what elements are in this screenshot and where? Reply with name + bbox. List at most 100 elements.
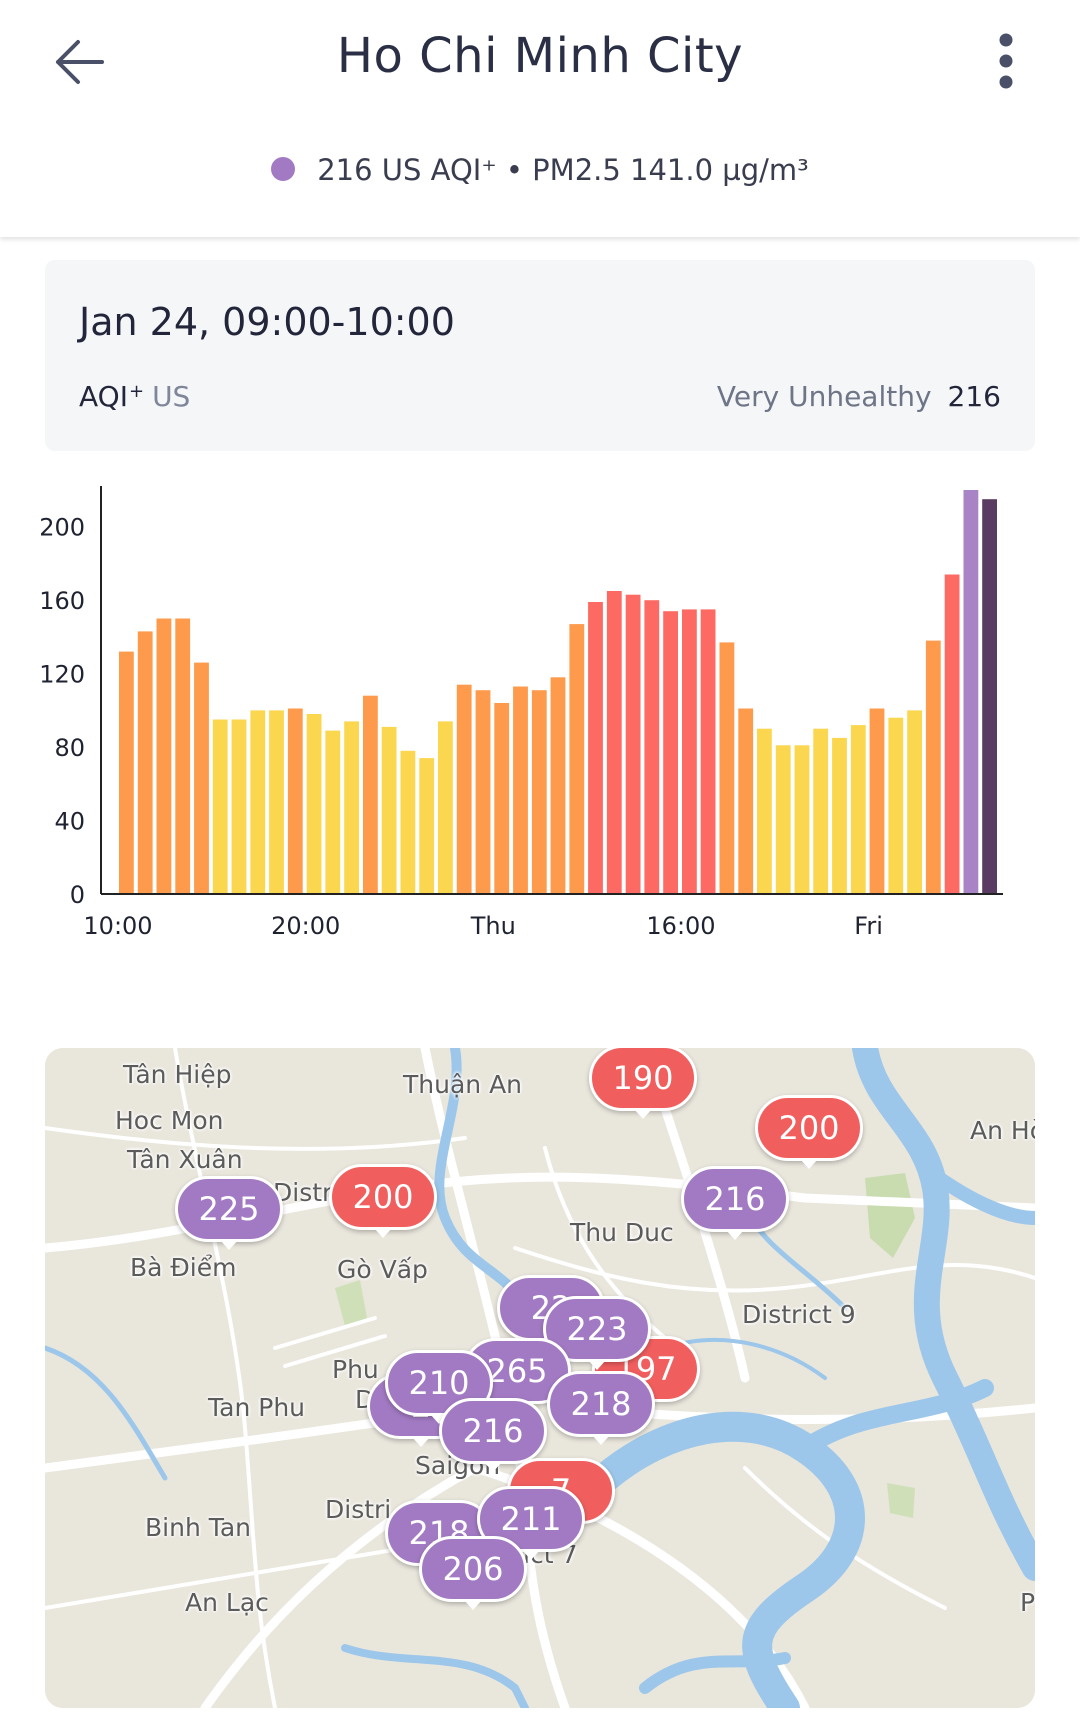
chart-bar[interactable] — [363, 695, 378, 894]
aqi-label: AQI+ US — [79, 380, 190, 413]
chart-bar[interactable] — [850, 725, 866, 894]
chart-bar[interactable] — [907, 710, 922, 894]
aqi-marker[interactable]: 206 — [419, 1536, 527, 1610]
chart-bar[interactable] — [757, 728, 772, 894]
bar-chart: 0 40 80 120 160 200 10:00 20:00 Thu 16:00 Fri — [39, 486, 1003, 940]
chart-bar[interactable] — [775, 745, 791, 894]
aqi-reading: Very Unhealthy 216 — [717, 380, 1001, 413]
chart-bar[interactable] — [813, 728, 829, 894]
app-bar: Ho Chi Minh City 216 US AQI⁺ • PM2.5 141… — [0, 0, 1080, 237]
chart-bar[interactable] — [832, 737, 847, 894]
aqi-summary-text: 216 US AQI⁺ • PM2.5 141.0 µg/m³ — [317, 153, 809, 187]
chart-bar[interactable] — [212, 719, 228, 895]
chart-bar[interactable] — [494, 703, 510, 894]
chart-bar[interactable] — [287, 708, 303, 895]
chart-bar[interactable] — [719, 642, 735, 894]
chart-bar[interactable] — [963, 490, 979, 894]
y-tick-label: 80 — [54, 734, 85, 762]
chart-bar[interactable] — [738, 708, 754, 895]
map-label: Hoc Mon — [115, 1106, 224, 1135]
chart-bar[interactable] — [644, 600, 660, 894]
chart-bar[interactable] — [663, 611, 678, 894]
aqi-marker[interactable]: 200 — [329, 1164, 437, 1238]
aqi-map[interactable]: Tân Hiệp Thuận An Hoc Mon Tân Xuân An Hò… — [45, 1048, 1035, 1708]
chart-bar[interactable] — [344, 721, 359, 894]
aqi-status-dot — [271, 157, 296, 181]
map-label: Bà Điểm — [130, 1253, 237, 1282]
map-label: An Lạc — [185, 1588, 269, 1617]
aqi-summary: 216 US AQI⁺ • PM2.5 141.0 µg/m³ — [0, 153, 1080, 187]
x-tick-label: 16:00 — [646, 912, 715, 940]
chart-bar[interactable] — [194, 662, 209, 894]
chart-bar[interactable] — [475, 690, 491, 894]
x-tick-label: Thu — [470, 912, 516, 940]
chart-bar[interactable] — [794, 745, 810, 894]
x-tick-label: 20:00 — [271, 912, 340, 940]
chart-bar[interactable] — [513, 686, 528, 895]
map-label: District 9 — [742, 1300, 856, 1329]
date-range: Jan 24, 09:00-10:00 — [79, 300, 455, 344]
y-tick-label: 120 — [39, 661, 85, 689]
page-title: Ho Chi Minh City — [336, 28, 744, 84]
y-tick-label: 200 — [39, 514, 85, 542]
aqi-marker[interactable]: 218 — [547, 1371, 655, 1445]
map-label: Binh Tan — [145, 1513, 252, 1542]
y-tick-label: 0 — [70, 881, 85, 909]
reading-card: Jan 24, 09:00-10:00 AQI+ US Very Unhealth… — [45, 260, 1035, 451]
chart-bar[interactable] — [381, 726, 397, 894]
x-tick-label: Fri — [854, 912, 883, 940]
chart-bar[interactable] — [569, 624, 585, 894]
aqi-marker[interactable]: 200 — [755, 1095, 863, 1169]
aqi-label-text: AQI — [79, 380, 128, 413]
aqi-marker[interactable]: 216 — [439, 1398, 547, 1472]
map-label: P — [1020, 1588, 1035, 1617]
map-label: An Hò — [970, 1116, 1035, 1145]
map-label: Tân Xuân — [127, 1145, 243, 1174]
chart-bar[interactable] — [175, 618, 191, 895]
map-label: Distri — [325, 1495, 392, 1524]
chart-bar[interactable] — [700, 609, 716, 894]
aqi-label-sup: + — [128, 381, 145, 402]
chart-bar[interactable] — [550, 677, 566, 894]
x-tick-label: 10:00 — [83, 912, 152, 940]
aqi-marker[interactable]: 225 — [175, 1176, 283, 1250]
map-label: Tân Hiệp — [123, 1060, 232, 1089]
more-vertical-icon — [999, 33, 1013, 89]
chart-bar[interactable] — [888, 717, 904, 894]
map-label: Tan Phu — [208, 1393, 306, 1422]
chart-bar[interactable] — [869, 708, 885, 895]
map-label: Thu Duc — [570, 1218, 674, 1247]
chart-bar[interactable] — [944, 574, 960, 895]
aqi-history-chart[interactable]: 0 40 80 120 160 200 10:00 20:00 Thu 16:00 Fri — [0, 470, 1080, 950]
chart-bar[interactable] — [119, 651, 134, 894]
map-label: Gò Vấp — [337, 1255, 428, 1284]
chart-bar[interactable] — [269, 710, 284, 894]
aqi-value: 216 — [947, 380, 1001, 413]
aqi-status: Very Unhealthy — [716, 380, 932, 413]
chart-bar[interactable] — [625, 594, 641, 894]
aqi-marker[interactable]: 216 — [681, 1166, 789, 1240]
chart-bar[interactable] — [982, 499, 997, 894]
chart-bar[interactable] — [438, 721, 453, 894]
chart-bar[interactable] — [531, 690, 547, 894]
aqi-marker[interactable]: 190 — [589, 1048, 697, 1119]
chart-bar[interactable] — [156, 618, 172, 895]
chart-bar[interactable] — [231, 719, 247, 895]
chart-bar[interactable] — [325, 730, 341, 894]
y-tick-label: 160 — [39, 587, 85, 615]
chart-bar[interactable] — [456, 684, 472, 894]
chart-bar[interactable] — [606, 591, 622, 894]
chart-bar[interactable] — [682, 609, 697, 894]
chart-bar[interactable] — [306, 714, 322, 894]
chart-bar[interactable] — [137, 631, 153, 894]
map-label: Phu — [332, 1355, 379, 1384]
chart-bar[interactable] — [588, 602, 603, 894]
aqi-unit: US — [152, 380, 191, 413]
chart-bar[interactable] — [419, 758, 435, 894]
chart-bar[interactable] — [925, 640, 941, 894]
chart-bar[interactable] — [400, 750, 416, 894]
map-label: Thuận An — [403, 1070, 523, 1099]
chart-bar[interactable] — [250, 710, 266, 894]
y-tick-label: 40 — [54, 808, 85, 836]
more-options-button[interactable] — [980, 22, 1040, 102]
